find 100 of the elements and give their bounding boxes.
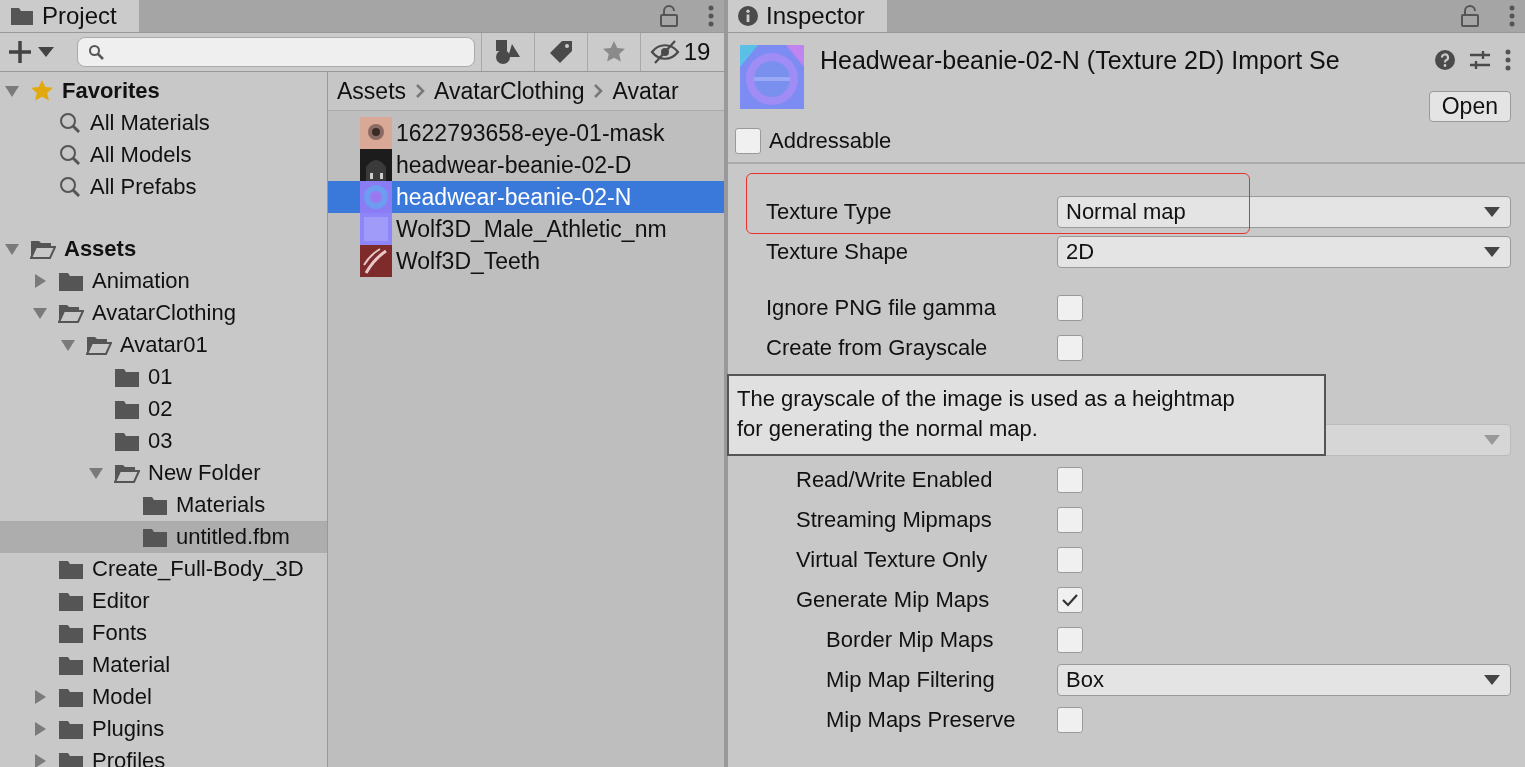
breadcrumb-link[interactable]: Avatar xyxy=(612,77,679,105)
expanded-arrow-icon[interactable] xyxy=(32,305,48,321)
caret-icon xyxy=(1484,207,1500,217)
tree-label: Animation xyxy=(92,268,190,294)
tree-label: All Prefabs xyxy=(90,174,197,200)
folder-icon xyxy=(58,686,84,708)
folder-icon xyxy=(114,366,140,388)
expanded-arrow-icon[interactable] xyxy=(60,337,76,353)
property-label: Mip Map Filtering xyxy=(825,667,996,693)
tree-item[interactable]: Editor xyxy=(0,585,327,617)
expanded-arrow-icon[interactable] xyxy=(4,241,20,257)
file-item[interactable]: headwear-beanie-02-N xyxy=(328,181,724,213)
star-icon xyxy=(602,40,626,64)
tag-icon xyxy=(549,40,573,64)
breadcrumb-link[interactable]: AvatarClothing xyxy=(434,77,585,105)
file-item[interactable]: Wolf3D_Teeth xyxy=(328,245,724,277)
file-item[interactable]: headwear-beanie-02-D xyxy=(328,149,724,181)
tree-item[interactable]: 03 xyxy=(0,425,327,457)
tree-label: New Folder xyxy=(148,460,261,486)
folder-icon xyxy=(114,430,140,452)
tree-item[interactable]: Plugins xyxy=(0,713,327,745)
lock-icon[interactable] xyxy=(1461,5,1479,27)
collapsed-arrow-icon[interactable] xyxy=(32,753,48,767)
tree-label: Create_Full-Body_3D xyxy=(92,556,304,582)
tree-item[interactable]: AvatarClothing xyxy=(0,297,327,329)
search-icon xyxy=(58,143,82,167)
folder-icon xyxy=(114,398,140,420)
tree-label: Assets xyxy=(64,236,137,262)
tree-item[interactable]: untitled.fbm xyxy=(0,521,327,553)
tree-item[interactable]: Materials xyxy=(0,489,327,521)
tree-item[interactable]: Favorites xyxy=(0,75,327,107)
tree-item[interactable]: Fonts xyxy=(0,617,327,649)
tree-item[interactable]: Animation xyxy=(0,265,327,297)
star-icon xyxy=(30,79,54,103)
checkbox[interactable] xyxy=(1057,547,1083,573)
tree-item[interactable]: Avatar01 xyxy=(0,329,327,361)
tree-item[interactable]: 01 xyxy=(0,361,327,393)
tree-label: Plugins xyxy=(92,716,165,742)
more-icon[interactable] xyxy=(708,5,714,27)
checkbox[interactable] xyxy=(1057,295,1083,321)
file-item[interactable]: 1622793658-eye-01-mask xyxy=(328,117,724,149)
folder-icon xyxy=(58,654,84,676)
property-label: Ignore PNG file gamma xyxy=(766,295,997,321)
checkbox[interactable] xyxy=(1057,335,1083,361)
search-icon xyxy=(88,44,104,60)
tree-label: Editor xyxy=(92,588,150,614)
file-name: Wolf3D_Male_Athletic_nm xyxy=(396,215,667,243)
open-button[interactable]: Open xyxy=(1428,91,1511,122)
checkbox[interactable] xyxy=(1057,707,1083,733)
tree-label: 03 xyxy=(148,428,173,454)
tree-item[interactable]: Assets xyxy=(0,233,327,265)
dropdown[interactable]: Normal map xyxy=(1057,196,1511,228)
property-label: Border Mip Maps xyxy=(825,627,995,653)
project-tab[interactable]: Project xyxy=(0,0,139,32)
checkbox[interactable] xyxy=(1057,467,1083,493)
collapsed-arrow-icon[interactable] xyxy=(32,689,48,705)
collapsed-arrow-icon[interactable] xyxy=(32,721,48,737)
file-item[interactable]: Wolf3D_Male_Athletic_nm xyxy=(328,213,724,245)
expanded-arrow-icon[interactable] xyxy=(88,465,104,481)
folder-icon xyxy=(142,526,168,548)
expanded-arrow-icon[interactable] xyxy=(4,83,20,99)
search-field[interactable] xyxy=(77,37,475,67)
caret-icon xyxy=(1484,435,1500,445)
tree-item[interactable]: New Folder xyxy=(0,457,327,489)
tree-label: 02 xyxy=(148,396,173,422)
hidden-packages-button[interactable]: 19 xyxy=(640,33,719,71)
checkbox[interactable] xyxy=(1057,587,1083,613)
open-folder-icon xyxy=(30,238,56,260)
settings-sliders-icon[interactable] xyxy=(1469,49,1491,71)
inspector-tab[interactable]: Inspector xyxy=(728,0,887,32)
more-icon[interactable] xyxy=(1509,5,1515,27)
more-icon[interactable] xyxy=(1505,49,1511,71)
checkbox[interactable] xyxy=(1057,507,1083,533)
tree-item[interactable]: All Prefabs xyxy=(0,171,327,203)
folder-icon xyxy=(58,718,84,740)
folder-icon xyxy=(58,590,84,612)
tree-label: Favorites xyxy=(62,78,160,104)
dropdown[interactable]: 2D xyxy=(1057,236,1511,268)
tree-item[interactable]: Create_Full-Body_3D xyxy=(0,553,327,585)
caret-icon xyxy=(1484,675,1500,685)
tree-label: Model xyxy=(92,684,152,710)
checkbox[interactable] xyxy=(735,128,761,154)
property-label: Read/Write Enabled xyxy=(795,467,994,493)
tree-item[interactable]: 02 xyxy=(0,393,327,425)
tree-label: untitled.fbm xyxy=(176,524,290,550)
checkmark-icon xyxy=(1061,592,1079,608)
chevron-right-icon xyxy=(593,83,604,99)
tree-item[interactable]: All Materials xyxy=(0,107,327,139)
tree-item[interactable]: All Models xyxy=(0,139,327,171)
collapsed-arrow-icon[interactable] xyxy=(32,273,48,289)
lock-icon[interactable] xyxy=(660,5,678,27)
checkbox[interactable] xyxy=(1057,627,1083,653)
breadcrumb-link[interactable]: Assets xyxy=(337,77,407,105)
tree-item[interactable]: Material xyxy=(0,649,327,681)
dropdown[interactable]: Box xyxy=(1057,664,1511,696)
open-folder-icon xyxy=(58,302,84,324)
tree-item[interactable]: Model xyxy=(0,681,327,713)
tree-label: AvatarClothing xyxy=(92,300,236,326)
open-folder-icon xyxy=(86,334,112,356)
help-icon[interactable] xyxy=(1435,50,1455,70)
